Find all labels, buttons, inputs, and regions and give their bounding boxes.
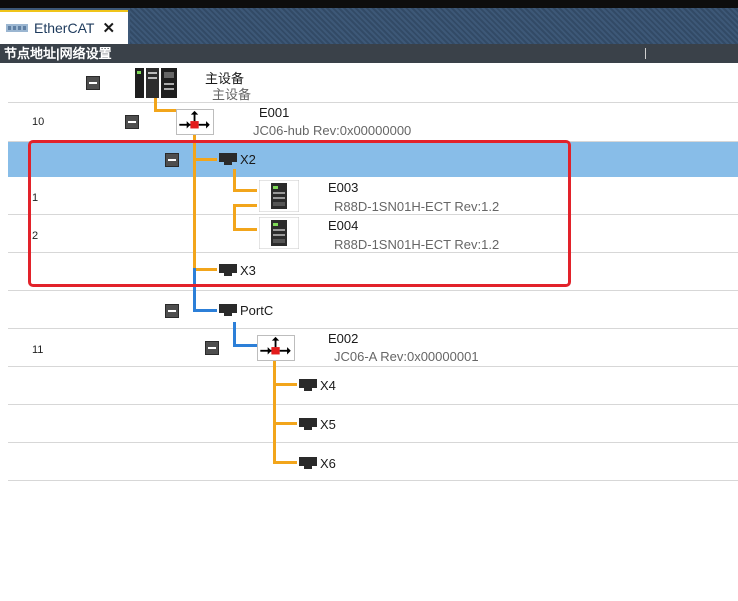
connector-line — [273, 422, 297, 425]
ethercat-network-icon — [6, 24, 28, 32]
connector-line — [154, 109, 178, 112]
collapse-minus-icon[interactable] — [125, 115, 139, 129]
port-label-x4: X4 — [320, 378, 336, 393]
connector-line — [193, 268, 196, 311]
tab-strip-background — [130, 8, 738, 44]
collapse-minus-icon[interactable] — [86, 76, 100, 90]
master-controller-icon[interactable] — [135, 67, 181, 99]
connector-line — [233, 322, 236, 346]
port-label-x6: X6 — [320, 456, 336, 471]
close-icon[interactable]: ✕ — [102, 19, 115, 37]
port-label-x5: X5 — [320, 417, 336, 432]
connector-line — [233, 189, 257, 192]
network-port-icon[interactable] — [219, 153, 237, 165]
node-name: E003 — [328, 180, 359, 195]
node-name: E002 — [328, 331, 359, 346]
connector-line — [273, 361, 276, 464]
node-address: 11 — [32, 344, 44, 356]
window-top-bar — [0, 0, 738, 8]
connector-line — [233, 228, 257, 231]
node-name: E001 — [259, 105, 290, 120]
network-port-icon[interactable] — [219, 304, 237, 316]
column-header-bar: 节点地址|网络设置 — [0, 44, 738, 63]
node-address: 10 — [32, 116, 45, 128]
collapse-minus-icon[interactable] — [165, 153, 179, 167]
connector-line — [233, 169, 236, 191]
node-model: JC06-A Rev:0x00000001 — [334, 349, 479, 364]
connector-line — [233, 204, 236, 230]
hub-device-icon[interactable] — [176, 109, 214, 135]
node-model: R88D-1SN01H-ECT Rev:1.2 — [334, 199, 500, 214]
tree-row-portc[interactable] — [8, 291, 738, 329]
ethercat-topology-tree: 主设备 主设备 10 E001 JC06-hub Rev:0x00000000 … — [0, 63, 738, 601]
connector-line — [233, 344, 257, 347]
node-address: 1 — [32, 192, 39, 204]
collapse-minus-icon[interactable] — [165, 304, 179, 318]
tree-row-master[interactable] — [8, 63, 738, 103]
column-separator[interactable] — [645, 48, 646, 59]
connector-line — [273, 461, 297, 464]
collapse-minus-icon[interactable] — [205, 341, 219, 355]
connector-line — [193, 268, 217, 271]
tree-row-x2[interactable] — [8, 142, 738, 177]
tab-title: EtherCAT — [34, 20, 95, 36]
tab-ethercat[interactable]: EtherCAT ✕ — [0, 10, 128, 44]
servo-drive-icon[interactable] — [259, 217, 299, 249]
tree-row-x5[interactable] — [8, 405, 738, 443]
node-address: 2 — [32, 230, 39, 242]
tree-row-x6[interactable] — [8, 443, 738, 481]
node-model: JC06-hub Rev:0x00000000 — [253, 123, 412, 138]
hub-device-icon[interactable] — [257, 335, 295, 361]
port-label-portc: PortC — [240, 303, 274, 318]
connector-line — [193, 309, 217, 312]
tree-row-x3[interactable] — [8, 253, 738, 291]
tree-row-x4[interactable] — [8, 367, 738, 405]
connector-line — [273, 383, 297, 386]
column-header-label: 节点地址|网络设置 — [4, 46, 112, 61]
servo-drive-icon[interactable] — [259, 180, 299, 212]
connector-line — [193, 158, 217, 161]
port-label-x2: X2 — [240, 152, 256, 167]
network-port-icon[interactable] — [299, 379, 317, 391]
master-subtitle: 主设备 — [212, 87, 252, 102]
network-port-icon[interactable] — [299, 457, 317, 469]
port-label-x3: X3 — [240, 263, 256, 278]
connector-line — [193, 127, 196, 268]
node-name: E004 — [328, 218, 359, 233]
network-port-icon[interactable] — [299, 418, 317, 430]
network-port-icon[interactable] — [219, 264, 237, 276]
connector-line — [233, 204, 257, 207]
node-model: R88D-1SN01H-ECT Rev:1.2 — [334, 237, 500, 252]
